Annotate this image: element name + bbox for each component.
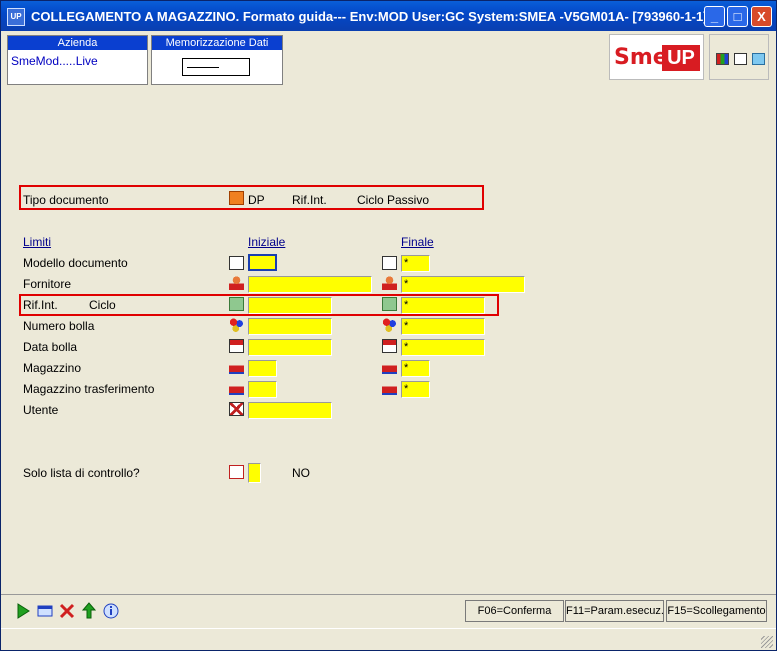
magazzino-ini-input[interactable] — [248, 360, 277, 377]
numero-bolla-label: Numero bolla — [23, 319, 95, 333]
factory-icon[interactable] — [382, 360, 397, 374]
magazzino-trasferimento-label: Magazzino trasferimento — [23, 382, 155, 396]
calendar-icon[interactable] — [382, 339, 397, 353]
factory-icon[interactable] — [229, 381, 244, 395]
app-icon: UP — [7, 8, 25, 26]
window-icon[interactable] — [35, 601, 55, 621]
cancel-icon[interactable] — [57, 601, 77, 621]
fornitore-ini-input[interactable] — [248, 276, 372, 293]
resize-grip-icon[interactable] — [761, 636, 773, 648]
status-bar — [1, 628, 776, 650]
factory-icon[interactable] — [382, 381, 397, 395]
info-icon[interactable] — [101, 601, 121, 621]
azienda-box: Azienda SmeMod.....Live — [7, 35, 148, 85]
magazzino-fin-input[interactable]: * — [401, 360, 430, 377]
magazzino-trasferimento-fin-input[interactable]: * — [401, 381, 430, 398]
minimize-button[interactable]: _ — [704, 6, 725, 27]
numero-bolla-fin-input[interactable]: * — [401, 318, 485, 335]
person-icon[interactable] — [229, 276, 244, 290]
window-title: COLLEGAMENTO A MAGAZZINO. Formato guida-… — [31, 9, 708, 24]
balls-icon[interactable] — [229, 318, 244, 332]
tipo-documento-label: Tipo documento — [23, 193, 109, 207]
f15-scollegamento-button[interactable]: F15=Scollegamento — [666, 600, 767, 622]
document-tag-icon[interactable] — [382, 297, 397, 311]
cube-icon[interactable] — [752, 53, 765, 65]
factory-icon[interactable] — [229, 360, 244, 374]
solo-lista-label: Solo lista di controllo? — [23, 466, 140, 480]
rif-int-label: Rif.Int. — [23, 298, 58, 312]
calendar-icon[interactable] — [229, 339, 244, 353]
magazzino-trasferimento-ini-input[interactable] — [248, 381, 277, 398]
utente-label: Utente — [23, 403, 59, 417]
document-type-icon — [229, 191, 244, 205]
f06-conferma-button[interactable]: F06=Conferma — [465, 600, 564, 622]
modello-documento-label: Modello documento — [23, 256, 128, 270]
yes-no-icon[interactable] — [229, 465, 244, 479]
finale-link[interactable]: Finale — [401, 235, 434, 249]
iniziale-link[interactable]: Iniziale — [248, 235, 285, 249]
header-icons — [709, 34, 769, 80]
document-tag-icon[interactable] — [229, 297, 244, 311]
solo-lista-input[interactable] — [248, 463, 261, 483]
rif-int-fin-input[interactable]: * — [401, 297, 485, 314]
memorizzazione-field[interactable] — [182, 58, 250, 76]
smeup-logo: Sme. UP — [609, 34, 704, 80]
logo-up-text: UP — [662, 45, 700, 71]
notes-icon[interactable] — [734, 53, 747, 65]
close-button[interactable]: X — [751, 6, 772, 27]
modello-documento-ini-input[interactable] — [248, 254, 277, 271]
data-bolla-label: Data bolla — [23, 340, 78, 354]
balls-icon[interactable] — [382, 318, 397, 332]
tipo-documento-rif: Rif.Int. — [292, 193, 327, 207]
solo-lista-value: NO — [292, 466, 310, 480]
grid-icon[interactable] — [382, 256, 397, 270]
utente-ini-input[interactable] — [248, 402, 332, 419]
numero-bolla-ini-input[interactable] — [248, 318, 332, 335]
title-bar: UP COLLEGAMENTO A MAGAZZINO. Formato gui… — [1, 1, 776, 31]
azienda-label: Azienda — [8, 36, 147, 50]
magazzino-label: Magazzino — [23, 361, 82, 375]
tipo-documento-code: DP — [248, 193, 265, 207]
rif-int-ini-input[interactable] — [248, 297, 332, 314]
tipo-documento-desc: Ciclo Passivo — [357, 193, 430, 207]
memorizzazione-box: Memorizzazione Dati Video — [151, 35, 283, 85]
memorizzazione-label: Memorizzazione Dati Video — [152, 36, 282, 63]
modello-documento-fin-input[interactable]: * — [401, 255, 430, 272]
run-icon[interactable] — [13, 601, 33, 621]
user-cross-icon[interactable] — [229, 402, 244, 416]
data-bolla-ini-input[interactable] — [248, 339, 332, 356]
main-window: UP COLLEGAMENTO A MAGAZZINO. Formato gui… — [0, 0, 777, 651]
back-icon[interactable] — [79, 601, 99, 621]
fornitore-label: Fornitore — [23, 277, 72, 291]
azienda-value: SmeMod.....Live — [11, 54, 98, 68]
maximize-button[interactable]: □ — [727, 6, 748, 27]
limiti-link[interactable]: Limiti — [23, 235, 51, 249]
person-icon[interactable] — [382, 276, 397, 290]
data-bolla-fin-input[interactable]: * — [401, 339, 485, 356]
fornitore-fin-input[interactable]: * — [401, 276, 525, 293]
f11-param-esecuz-button[interactable]: F11=Param.esecuz. — [565, 600, 664, 622]
monitor-icon[interactable] — [716, 53, 729, 65]
bottom-toolbar: F06=Conferma F11=Param.esecuz. F15=Scoll… — [1, 594, 776, 627]
ciclo-label: Ciclo — [89, 298, 116, 312]
grid-icon[interactable] — [229, 256, 244, 270]
